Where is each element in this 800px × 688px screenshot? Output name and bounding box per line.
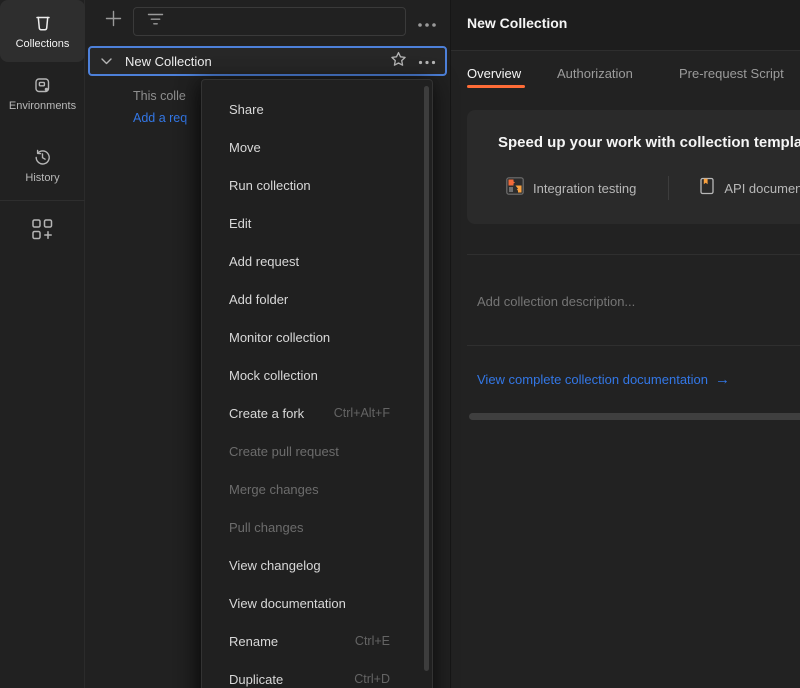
environments-icon: [33, 76, 52, 95]
book-icon: [699, 177, 715, 200]
template-options-row: Integration testing API documentation: [506, 176, 800, 200]
chevron-down-icon[interactable]: [101, 52, 112, 70]
page-title: New Collection: [467, 15, 567, 31]
add-request-link[interactable]: Add a req: [133, 111, 187, 125]
star-icon[interactable]: [390, 51, 407, 72]
active-tab-underline: [467, 85, 525, 88]
collection-row-new-collection[interactable]: New Collection: [88, 46, 447, 76]
view-documentation-link[interactable]: View complete collection documentation →: [477, 371, 730, 388]
grid-plus-icon: [31, 228, 54, 245]
sidebar-item-history[interactable]: History: [0, 138, 85, 194]
template-integration-testing[interactable]: Integration testing: [506, 177, 636, 200]
template-api-documentation[interactable]: API documentation: [699, 177, 800, 200]
panel-header: New Collection: [451, 0, 800, 51]
sidebar-item-label: History: [25, 172, 59, 184]
horizontal-scrollbar[interactable]: [469, 413, 800, 420]
plus-icon: [105, 10, 122, 32]
tab-authorization[interactable]: Authorization: [557, 66, 633, 81]
shortcut-label: Ctrl+Alt+F: [334, 406, 390, 420]
sidebar-divider: [0, 200, 85, 201]
tab-overview[interactable]: Overview: [467, 66, 521, 81]
pane-more-actions-button[interactable]: [417, 15, 437, 33]
section-divider: [467, 345, 800, 346]
menu-item-create-a-fork[interactable]: Create a forkCtrl+Alt+F: [202, 394, 432, 432]
sidebar-item-environments[interactable]: Environments: [0, 66, 85, 122]
collection-overview-panel: New Collection Overview Authorization Pr…: [450, 0, 800, 688]
collection-context-menu: Share Move Run collection Edit Add reque…: [201, 79, 433, 688]
three-dots-icon: [417, 15, 437, 32]
search-filter-input[interactable]: [133, 7, 406, 36]
banner-title: Speed up your work with collection templ…: [498, 134, 800, 151]
tab-pre-request-script[interactable]: Pre-request Script: [679, 66, 784, 81]
menu-item-duplicate[interactable]: DuplicateCtrl+D: [202, 660, 432, 688]
shortcut-label: Ctrl+D: [354, 672, 390, 686]
empty-collection-text: This colle: [133, 89, 186, 103]
puzzle-icon: [506, 177, 524, 200]
shortcut-label: Ctrl+E: [355, 634, 390, 648]
menu-item-add-request[interactable]: Add request: [202, 242, 432, 280]
sidebar-item-collections[interactable]: Collections: [0, 0, 85, 62]
template-label: Integration testing: [533, 181, 636, 196]
section-divider: [467, 254, 800, 255]
add-workspace-element-button[interactable]: [31, 218, 54, 246]
sidebar-item-label: Environments: [9, 100, 76, 112]
menu-item-view-documentation[interactable]: View documentation: [202, 584, 432, 622]
menu-item-mock-collection[interactable]: Mock collection: [202, 356, 432, 394]
menu-item-merge-changes[interactable]: Merge changes: [202, 470, 432, 508]
menu-item-rename[interactable]: RenameCtrl+E: [202, 622, 432, 660]
collection-description-field[interactable]: Add collection description...: [477, 294, 635, 309]
menu-item-pull-changes[interactable]: Pull changes: [202, 508, 432, 546]
menu-item-create-pull-request[interactable]: Create pull request: [202, 432, 432, 470]
templates-banner: Speed up your work with collection templ…: [467, 110, 800, 224]
new-collection-button[interactable]: [101, 9, 125, 33]
collections-icon: [33, 13, 53, 33]
collection-name: New Collection: [125, 54, 390, 69]
menu-item-view-changelog[interactable]: View changelog: [202, 546, 432, 584]
sidebar-item-label: Collections: [16, 38, 70, 50]
postman-app-window: Collections Environments History: [0, 0, 800, 688]
menu-item-run-collection[interactable]: Run collection: [202, 166, 432, 204]
menu-item-move[interactable]: Move: [202, 128, 432, 166]
history-icon: [33, 148, 52, 167]
menu-item-monitor-collection[interactable]: Monitor collection: [202, 318, 432, 356]
menu-item-share[interactable]: Share: [202, 90, 432, 128]
arrow-right-icon: →: [715, 371, 730, 388]
collection-more-actions-button[interactable]: [418, 52, 436, 70]
menu-item-edit[interactable]: Edit: [202, 204, 432, 242]
vertical-divider: [668, 176, 669, 200]
template-label: API documentation: [724, 181, 800, 196]
context-menu-scrollbar[interactable]: [424, 86, 429, 671]
activity-sidebar: Collections Environments History: [0, 0, 85, 688]
filter-icon: [147, 13, 164, 31]
menu-item-add-folder[interactable]: Add folder: [202, 280, 432, 318]
